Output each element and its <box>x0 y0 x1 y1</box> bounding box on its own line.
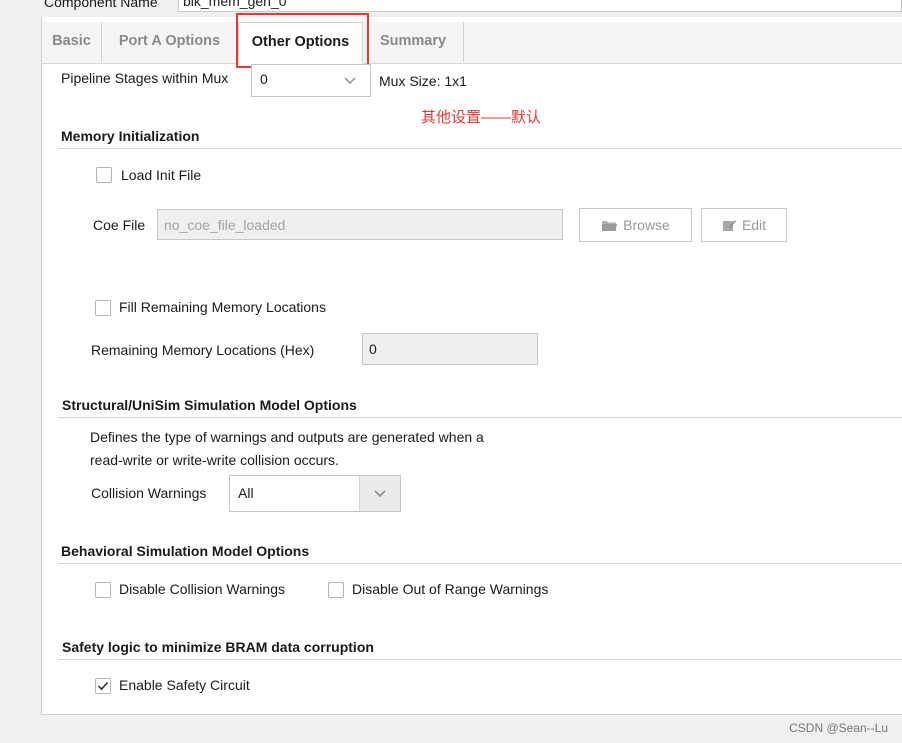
component-name-label: Component Name <box>44 0 158 10</box>
tab-port-a-options[interactable]: Port A Options <box>102 22 238 62</box>
edit-icon <box>722 220 736 231</box>
edit-button[interactable]: Edit <box>701 208 787 242</box>
structural-description-line1: Defines the type of warnings and outputs… <box>90 429 484 445</box>
edit-label: Edit <box>741 217 767 233</box>
tab-summary[interactable]: Summary <box>363 22 464 62</box>
chevron-down-icon <box>330 65 370 96</box>
pipeline-stages-label: Pipeline Stages within Mux <box>61 70 229 86</box>
disable-out-of-range-checkbox[interactable] <box>328 582 344 598</box>
fill-remaining-checkbox[interactable] <box>95 300 111 316</box>
disable-collision-checkbox[interactable] <box>95 582 111 598</box>
memory-init-divider <box>58 148 902 149</box>
disable-collision-label: Disable Collision Warnings <box>119 581 285 597</box>
remaining-memory-label: Remaining Memory Locations (Hex) <box>91 342 315 358</box>
browse-button[interactable]: Browse <box>579 208 692 242</box>
memory-init-title: Memory Initialization <box>61 128 200 144</box>
enable-safety-label: Enable Safety Circuit <box>119 677 250 693</box>
remaining-memory-input[interactable]: 0 <box>362 333 538 365</box>
collision-warnings-value: All <box>238 485 254 501</box>
collision-warnings-select[interactable]: All <box>229 475 401 512</box>
disable-out-of-range-label: Disable Out of Range Warnings <box>352 581 549 597</box>
coe-file-label: Coe File <box>93 217 146 233</box>
collision-warnings-label: Collision Warnings <box>91 485 207 501</box>
component-name-input[interactable]: blk_mem_gen_0 <box>178 0 902 12</box>
tab-highlight-box <box>236 13 369 68</box>
behavioral-options-title: Behavioral Simulation Model Options <box>61 543 310 559</box>
behavioral-options-divider <box>58 563 902 564</box>
chevron-down-icon <box>359 476 400 511</box>
structural-options-divider <box>58 417 902 418</box>
pipeline-stages-select[interactable]: 0 <box>251 64 371 97</box>
tab-basic[interactable]: Basic <box>42 22 102 62</box>
structural-description-line2: read-write or write-write collision occu… <box>90 452 339 468</box>
mux-size-label: Mux Size: 1x1 <box>379 73 467 89</box>
checkmark-icon <box>97 681 109 691</box>
load-init-file-label: Load Init File <box>121 167 202 183</box>
safety-logic-title: Safety logic to minimize BRAM data corru… <box>62 639 374 655</box>
enable-safety-checkbox[interactable] <box>95 678 111 694</box>
structural-options-title: Structural/UniSim Simulation Model Optio… <box>62 397 357 413</box>
fill-remaining-label: Fill Remaining Memory Locations <box>119 299 326 315</box>
folder-icon <box>602 220 618 231</box>
load-init-file-checkbox[interactable] <box>96 167 112 183</box>
browse-label: Browse <box>623 217 670 233</box>
annotation-note: 其他设置——默认 <box>421 109 542 126</box>
safety-logic-divider <box>58 659 902 660</box>
pipeline-stages-value: 0 <box>260 71 268 87</box>
coe-file-input[interactable]: no_coe_file_loaded <box>157 209 563 240</box>
watermark: CSDN @Sean--Lu <box>789 721 888 735</box>
